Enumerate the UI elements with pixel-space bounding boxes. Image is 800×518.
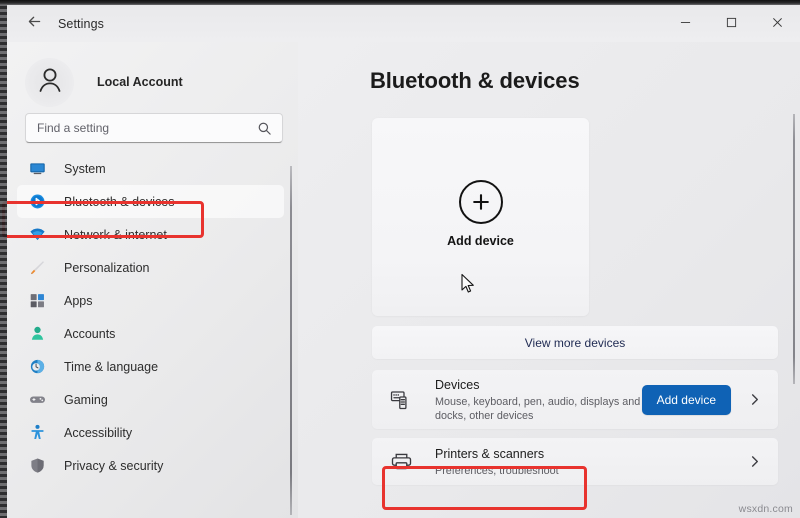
- sidebar-scrollbar[interactable]: [290, 166, 292, 515]
- avatar: [25, 58, 74, 107]
- sidebar-item-label: System: [64, 162, 106, 176]
- search-icon[interactable]: [257, 121, 272, 136]
- watermark: wsxdn.com: [739, 503, 793, 515]
- sidebar-nav: System Bluetooth & devices: [7, 152, 298, 482]
- search-input[interactable]: [26, 114, 282, 142]
- sidebar: Local Account: [7, 42, 298, 518]
- sidebar-item-accounts[interactable]: Accounts: [17, 317, 284, 350]
- settings-row-printers-scanners[interactable]: Printers & scanners Preferences, trouble…: [372, 438, 778, 485]
- main-content: Bluetooth & devices Add device View more…: [298, 42, 800, 518]
- devices-icon: [388, 387, 414, 413]
- sidebar-item-label: Network & internet: [64, 228, 167, 242]
- sidebar-item-time-language[interactable]: Time & language: [17, 350, 284, 383]
- sidebar-item-privacy-security[interactable]: Privacy & security: [17, 449, 284, 482]
- sidebar-item-apps[interactable]: Apps: [17, 284, 284, 317]
- sidebar-item-bluetooth-devices[interactable]: Bluetooth & devices: [17, 185, 284, 218]
- row-subtitle: Preferences, troubleshoot: [435, 464, 731, 478]
- add-device-card[interactable]: Add device: [372, 118, 589, 316]
- chevron-right-icon[interactable]: [743, 393, 765, 406]
- minimize-icon: [680, 15, 691, 33]
- sidebar-item-label: Apps: [64, 294, 93, 308]
- window-frame-left: [0, 0, 7, 518]
- minimize-button[interactable]: [662, 5, 708, 42]
- account-section[interactable]: Local Account: [7, 42, 298, 110]
- sidebar-item-system[interactable]: System: [17, 152, 284, 185]
- window-controls: [662, 5, 800, 42]
- clock-icon: [27, 357, 47, 377]
- sidebar-item-label: Accounts: [64, 327, 115, 341]
- row-text-block: Devices Mouse, keyboard, pen, audio, dis…: [435, 376, 642, 424]
- plus-circle-icon: [459, 180, 503, 224]
- add-device-button[interactable]: Add device: [642, 385, 731, 415]
- title-bar: Settings: [7, 5, 800, 42]
- close-button[interactable]: [754, 5, 800, 42]
- sidebar-item-label: Privacy & security: [64, 459, 163, 473]
- row-title: Printers & scanners: [435, 447, 544, 461]
- sidebar-item-label: Time & language: [64, 360, 158, 374]
- main-scrollbar[interactable]: [793, 114, 795, 384]
- sidebar-item-gaming[interactable]: Gaming: [17, 383, 284, 416]
- back-arrow-icon: [26, 13, 43, 35]
- person-icon: [27, 324, 47, 344]
- shield-icon: [27, 456, 47, 476]
- sidebar-item-label: Accessibility: [64, 426, 132, 440]
- view-more-devices-button[interactable]: View more devices: [372, 326, 778, 359]
- view-more-devices-label: View more devices: [525, 336, 626, 350]
- close-icon: [772, 15, 783, 33]
- search-box[interactable]: [25, 113, 283, 143]
- maximize-button[interactable]: [708, 5, 754, 42]
- search-container: [7, 110, 298, 143]
- account-name: Local Account: [97, 75, 183, 89]
- accessibility-icon: [27, 423, 47, 443]
- sidebar-item-personalization[interactable]: Personalization: [17, 251, 284, 284]
- user-avatar-icon: [34, 64, 66, 101]
- window-frame-top: [0, 0, 800, 5]
- printer-icon: [388, 449, 414, 475]
- sidebar-item-network-internet[interactable]: Network & internet: [17, 218, 284, 251]
- row-text-block: Printers & scanners Preferences, trouble…: [435, 445, 731, 478]
- wifi-icon: [27, 225, 47, 245]
- chevron-right-icon[interactable]: [743, 455, 765, 468]
- apps-grid-icon: [27, 291, 47, 311]
- add-device-card-label: Add device: [447, 234, 514, 248]
- sidebar-item-accessibility[interactable]: Accessibility: [17, 416, 284, 449]
- bluetooth-icon: [27, 192, 47, 212]
- mouse-cursor-icon: [460, 273, 476, 295]
- sidebar-item-label: Personalization: [64, 261, 149, 275]
- paintbrush-icon: [27, 258, 47, 278]
- page-title: Bluetooth & devices: [298, 42, 800, 94]
- gamepad-icon: [27, 390, 47, 410]
- back-button[interactable]: [14, 9, 54, 39]
- settings-window: Settings: [0, 0, 800, 518]
- sidebar-item-label: Gaming: [64, 393, 108, 407]
- row-title: Devices: [435, 378, 479, 392]
- window-title: Settings: [58, 17, 104, 31]
- maximize-icon: [726, 15, 737, 33]
- monitor-icon: [27, 159, 47, 179]
- sidebar-item-label: Bluetooth & devices: [64, 195, 175, 209]
- settings-row-devices[interactable]: Devices Mouse, keyboard, pen, audio, dis…: [372, 370, 778, 429]
- row-subtitle: Mouse, keyboard, pen, audio, displays an…: [435, 395, 642, 424]
